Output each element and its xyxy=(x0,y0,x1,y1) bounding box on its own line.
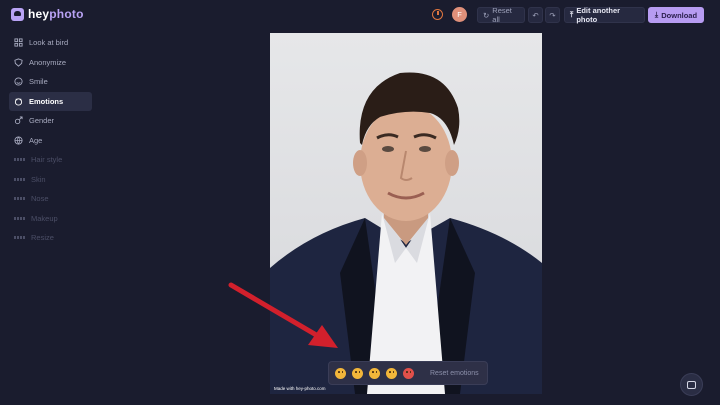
redo-icon: ↷ xyxy=(549,10,556,20)
undo-button[interactable]: ↶ xyxy=(528,7,543,23)
locked-icon xyxy=(14,236,25,240)
download-button[interactable]: ⤓ Download xyxy=(648,7,704,23)
sidebar-item-resize[interactable]: Resize xyxy=(9,228,92,248)
emotions-icon xyxy=(14,97,23,106)
sidebar-item-look-at-bird[interactable]: Look at bird xyxy=(9,33,92,53)
undo-icon: ↶ xyxy=(532,10,539,20)
reset-emotions-button[interactable]: Reset emotions xyxy=(430,370,479,377)
sidebar-item-hair-style[interactable]: Hair style xyxy=(9,150,92,170)
neutral-emoji-icon[interactable] xyxy=(369,367,380,379)
watermark: Made with hey-photo.com xyxy=(274,386,326,391)
arrow-annotation xyxy=(228,282,338,348)
happy-emoji-icon[interactable] xyxy=(386,367,397,379)
sidebar-item-gender[interactable]: Gender xyxy=(9,111,92,131)
reset-icon: ↻ xyxy=(483,10,490,20)
download-icon: ⤓ xyxy=(654,10,659,19)
logo[interactable]: heyphoto xyxy=(11,7,84,21)
locked-icon xyxy=(14,216,25,220)
sidebar-item-emotions[interactable]: Emotions xyxy=(9,91,92,111)
sidebar-item-smile[interactable]: Smile xyxy=(9,72,92,92)
chat-icon xyxy=(687,380,696,389)
sidebar-item-makeup[interactable]: Makeup xyxy=(9,209,92,229)
emotions-toolbar: Reset emotions xyxy=(328,361,488,385)
sidebar-item-nose[interactable]: Nose xyxy=(9,189,92,209)
edit-another-photo-button[interactable]: ⤒ Edit another photo xyxy=(564,6,645,24)
reset-all-button[interactable]: ↻ Reset all xyxy=(477,6,525,24)
redo-button[interactable]: ↷ xyxy=(545,7,560,23)
avatar[interactable]: F xyxy=(452,7,467,22)
sidebar-item-age[interactable]: Age xyxy=(9,131,92,151)
gender-icon xyxy=(14,116,23,125)
timer-icon[interactable] xyxy=(432,9,443,20)
locked-icon xyxy=(14,177,25,181)
locked-icon xyxy=(14,197,25,201)
surprised-emoji-icon[interactable] xyxy=(335,367,346,379)
smile-icon xyxy=(14,77,23,86)
sidebar-item-anonymize[interactable]: Anonymize xyxy=(9,53,92,73)
age-icon xyxy=(14,136,23,145)
sidebar-item-skin[interactable]: Skin xyxy=(9,170,92,190)
bird-icon xyxy=(14,38,23,47)
shield-icon xyxy=(14,58,23,67)
top-bar: heyphoto F ↻ Reset all ↶ ↷ ⤒ Edit anothe… xyxy=(0,0,720,30)
logo-text: heyphoto xyxy=(28,7,84,21)
logo-icon xyxy=(11,7,24,21)
angry-emoji-icon[interactable] xyxy=(403,367,414,379)
sidebar: Look at bird Anonymize Smile Emotions Ge… xyxy=(9,33,92,248)
sad-emoji-icon[interactable] xyxy=(352,367,363,379)
upload-icon: ⤒ xyxy=(570,10,574,19)
chat-button[interactable] xyxy=(680,373,703,396)
locked-icon xyxy=(14,158,25,162)
